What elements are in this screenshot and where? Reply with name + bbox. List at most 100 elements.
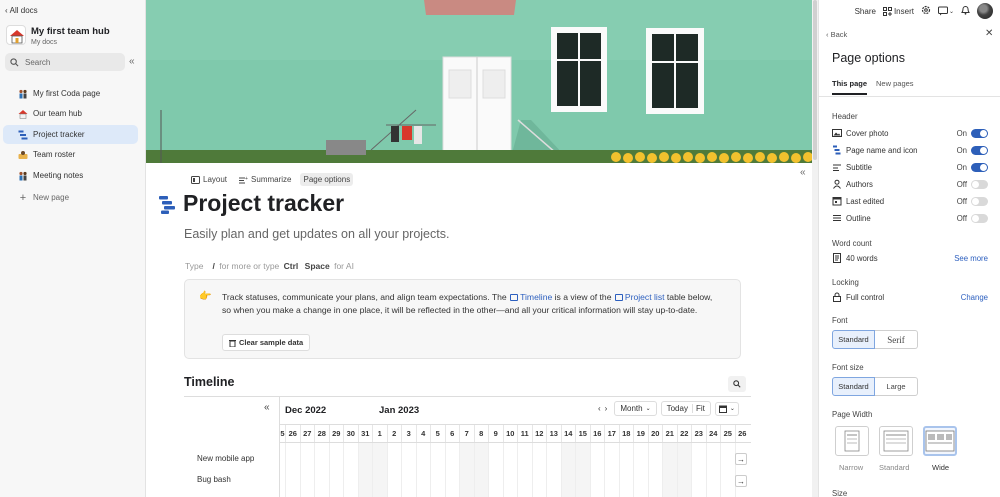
timeline-row-label[interactable]: Bug bash	[197, 475, 231, 484]
collapse-panel-button[interactable]: «	[800, 167, 806, 178]
prev-period-button[interactable]: ‹	[598, 404, 601, 413]
period-select[interactable]: Month ⌄	[614, 401, 657, 416]
font-serif-option[interactable]: Serif	[875, 330, 918, 349]
search-input[interactable]: Search	[5, 53, 125, 71]
day-column[interactable]	[357, 443, 372, 497]
day-column[interactable]	[488, 443, 503, 497]
day-column[interactable]	[618, 443, 634, 497]
day-column[interactable]	[386, 443, 402, 497]
last-edited-toggle[interactable]	[971, 196, 988, 206]
day-column[interactable]	[604, 443, 619, 497]
avatar[interactable]	[977, 3, 993, 19]
page-name-icon-toggle[interactable]	[971, 145, 988, 155]
timeline-row-label[interactable]: New mobile app	[197, 454, 254, 463]
day-column[interactable]	[473, 443, 488, 497]
sidebar-item-project-tracker[interactable]: Project tracker	[3, 125, 138, 144]
day-column[interactable]	[415, 443, 431, 497]
day-column[interactable]	[734, 443, 750, 497]
see-more-link[interactable]: See more	[954, 254, 988, 263]
bell-icon[interactable]	[961, 5, 970, 17]
insert-button[interactable]: Insert	[882, 6, 914, 16]
month-label: Jan 2023	[379, 405, 420, 416]
page-width-section-title: Page Width	[832, 410, 873, 419]
sidebar-item-team-roster[interactable]: Team roster	[3, 145, 138, 164]
day-column[interactable]	[444, 443, 460, 497]
page-subtitle[interactable]: Easily plan and get updates on all your …	[184, 227, 449, 241]
all-docs-link[interactable]: ‹ All docs	[5, 6, 38, 15]
summarize-button[interactable]: + Summarize	[236, 173, 294, 186]
fit-button[interactable]: Fit	[696, 404, 705, 413]
settings-icon[interactable]	[921, 5, 931, 17]
calendar-button[interactable]: ⌄	[714, 401, 739, 416]
day-column[interactable]	[705, 443, 721, 497]
cover-photo-toggle[interactable]	[971, 128, 988, 138]
day-column[interactable]	[517, 443, 532, 497]
tab-this-page[interactable]: This page	[832, 79, 868, 95]
tab-new-pages[interactable]: New pages	[876, 79, 914, 95]
day-column[interactable]	[531, 443, 547, 497]
day-column[interactable]	[401, 443, 416, 497]
collapse-labels-button[interactable]: «	[264, 402, 270, 413]
day-column[interactable]	[343, 443, 358, 497]
outline-toggle[interactable]	[971, 213, 988, 223]
share-button[interactable]: Share	[855, 7, 876, 16]
sidebar: ‹ All docs My first team hub My docs Sea…	[0, 0, 146, 497]
day-column[interactable]	[633, 443, 648, 497]
locking-change-link[interactable]: Change	[961, 293, 988, 302]
option-state: Off	[956, 179, 967, 189]
expand-row-button[interactable]: →	[735, 453, 747, 465]
width-narrow-option[interactable]	[835, 426, 869, 456]
timeline-link[interactable]: Timeline	[520, 292, 552, 302]
close-icon[interactable]: ✕	[985, 28, 993, 39]
page-options-button[interactable]: Page options	[300, 173, 354, 186]
authors-toggle[interactable]	[971, 179, 988, 189]
day-column[interactable]	[299, 443, 315, 497]
layout-button[interactable]: Layout	[188, 173, 230, 186]
clear-sample-data-button[interactable]: Clear sample data	[222, 334, 311, 351]
today-button[interactable]: Today	[667, 404, 693, 413]
day-column[interactable]	[502, 443, 518, 497]
timeline-heading[interactable]: Timeline	[184, 375, 234, 389]
day-column[interactable]	[575, 443, 590, 497]
editor-hint[interactable]: Type / for more or type Ctrl Space for A…	[185, 261, 354, 271]
page-icon[interactable]	[159, 196, 175, 216]
day-column[interactable]	[662, 443, 677, 497]
page-title[interactable]: Project tracker	[183, 190, 344, 217]
day-column[interactable]	[720, 443, 735, 497]
day-column[interactable]	[459, 443, 474, 497]
word-count-section-title: Word count	[832, 239, 872, 248]
font-size-standard-option[interactable]: Standard	[832, 377, 875, 396]
sidebar-item-our-team-hub[interactable]: Our team hub	[3, 104, 138, 123]
project-list-link[interactable]: Project list	[625, 292, 665, 302]
day-column[interactable]	[285, 443, 300, 497]
sidebar-item-meeting-notes[interactable]: Meeting notes	[3, 166, 138, 185]
day-column[interactable]	[647, 443, 663, 497]
timeline-grid[interactable]	[280, 442, 751, 497]
subtitle-toggle[interactable]	[971, 162, 988, 172]
font-size-large-option[interactable]: Large	[875, 377, 918, 396]
day-column[interactable]	[589, 443, 605, 497]
day-column[interactable]	[314, 443, 329, 497]
hub-icon[interactable]	[6, 25, 26, 45]
new-page-button[interactable]: + New page	[3, 188, 138, 207]
font-standard-option[interactable]: Standard	[832, 330, 875, 349]
expand-row-button[interactable]: →	[735, 475, 747, 487]
day-column[interactable]	[328, 443, 344, 497]
day-column[interactable]	[430, 443, 445, 497]
width-wide-option[interactable]	[923, 426, 957, 456]
hub-title[interactable]: My first team hub	[31, 26, 110, 37]
timeline-search-button[interactable]	[728, 376, 746, 392]
next-period-button[interactable]: ›	[605, 404, 608, 413]
back-button[interactable]: ‹ Back	[826, 30, 847, 39]
comments-icon[interactable]: ⌄	[937, 6, 954, 16]
day-column[interactable]	[546, 443, 561, 497]
sidebar-item-my-first-coda-page[interactable]: My first Coda page	[3, 84, 138, 103]
timeline-view: « New mobile app Bug bash Dec 2022 Jan 2…	[184, 396, 751, 497]
day-column[interactable]	[691, 443, 706, 497]
day-column[interactable]	[372, 443, 387, 497]
day-column[interactable]	[676, 443, 691, 497]
day-column[interactable]	[560, 443, 575, 497]
width-standard-option[interactable]	[879, 426, 913, 456]
collapse-sidebar-button[interactable]: «	[129, 56, 135, 67]
cover-photo[interactable]	[146, 0, 812, 163]
